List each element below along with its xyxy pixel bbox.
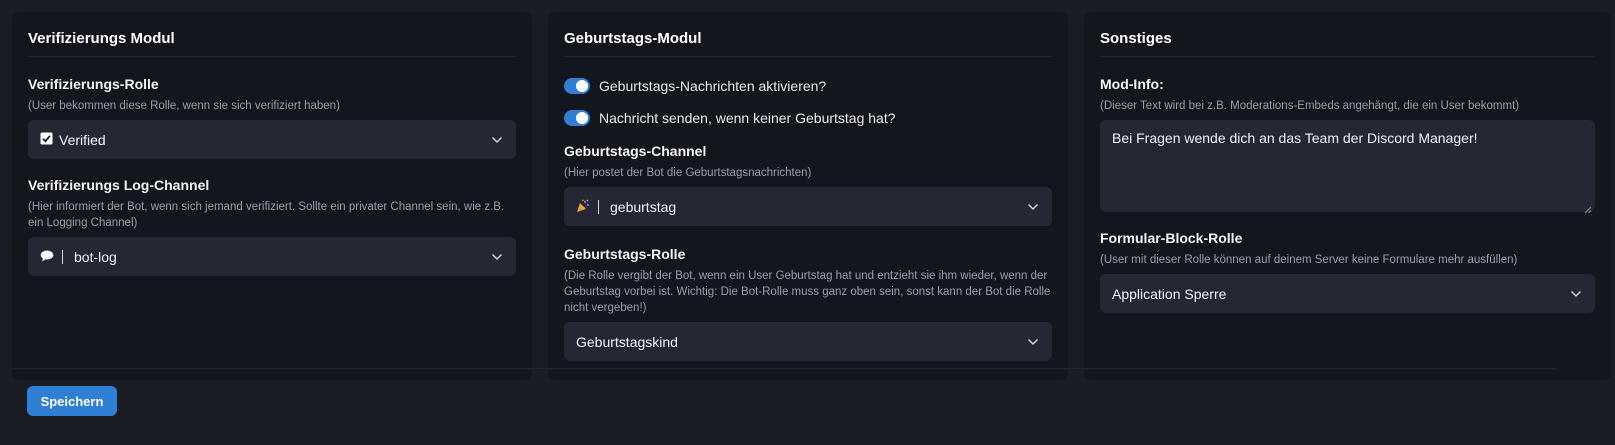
no-birthday-message-toggle-label: Nachricht senden, wenn keiner Geburtstag… xyxy=(599,109,896,126)
no-birthday-message-toggle-row: Nachricht senden, wenn keiner Geburtstag… xyxy=(564,108,1052,127)
birthday-module-card: Geburtstags-Modul Geburtstags-Nachrichte… xyxy=(548,12,1068,380)
settings-cards: Verifizierungs Modul Verifizierungs-Roll… xyxy=(12,12,1611,380)
birthday-role-value: Geburtstagskind xyxy=(576,333,678,350)
mod-info-label: Mod-Info: xyxy=(1100,76,1164,92)
checkbox-icon xyxy=(40,132,53,147)
birthday-role-help: (Die Rolle vergibt der Bot, wenn ein Use… xyxy=(564,270,1051,314)
chevron-down-icon xyxy=(1026,335,1040,349)
chevron-down-icon xyxy=(490,133,504,147)
birthday-role-select[interactable]: Geburtstagskind xyxy=(564,322,1052,361)
party-popper-icon xyxy=(576,199,590,215)
mod-info-textarea[interactable]: Bei Fragen wende dich an das Team der Di… xyxy=(1100,120,1595,214)
mod-info-help: (Dieser Text wird bei z.B. Moderations-E… xyxy=(1100,100,1520,112)
speech-bubble-icon xyxy=(40,250,54,264)
verification-log-channel-help: (Hier informiert der Bot, wenn sich jema… xyxy=(28,201,505,229)
birthday-channel-label: Geburtstags-Channel xyxy=(564,143,707,159)
birthday-channel-select[interactable]: geburtstag xyxy=(564,187,1052,226)
verification-role-help: (User bekommen diese Rolle, wenn sie sic… xyxy=(28,100,340,112)
form-block-role-label: Formular-Block-Rolle xyxy=(1100,230,1243,246)
chevron-down-icon xyxy=(490,250,504,264)
chevron-down-icon xyxy=(1569,287,1583,301)
chevron-down-icon xyxy=(1026,200,1040,214)
birthday-messages-toggle-row: Geburtstags-Nachrichten aktivieren? xyxy=(564,76,1052,95)
verification-log-channel-value: bot-log xyxy=(74,248,117,265)
birthday-channel-help: (Hier postet der Bot die Geburtstagsnach… xyxy=(564,167,812,179)
content-divider xyxy=(12,368,1558,369)
misc-title: Sonstiges xyxy=(1100,30,1595,57)
mod-info-value: Bei Fragen wende dich an das Team der Di… xyxy=(1112,130,1478,146)
birthday-messages-toggle-label: Geburtstags-Nachrichten aktivieren? xyxy=(599,77,827,94)
save-button[interactable]: Speichern xyxy=(27,386,117,416)
birthday-role-label: Geburtstags-Rolle xyxy=(564,246,686,262)
channel-separator xyxy=(62,249,63,264)
verification-module-card: Verifizierungs Modul Verifizierungs-Roll… xyxy=(12,12,532,380)
verification-role-label: Verifizierungs-Rolle xyxy=(28,76,159,92)
channel-separator xyxy=(598,199,599,214)
form-block-role-value: Application Sperre xyxy=(1112,285,1227,302)
misc-card: Sonstiges Mod-Info: (Dieser Text wird be… xyxy=(1084,12,1611,380)
verification-log-channel-label: Verifizierungs Log-Channel xyxy=(28,177,210,193)
verification-module-title: Verifizierungs Modul xyxy=(28,30,516,57)
verification-log-channel-select[interactable]: bot-log xyxy=(28,237,516,276)
no-birthday-message-toggle[interactable] xyxy=(564,109,590,126)
form-block-role-select[interactable]: Application Sperre xyxy=(1100,274,1595,313)
form-block-role-help: (User mit dieser Rolle können auf deinem… xyxy=(1100,254,1518,266)
verification-role-select[interactable]: Verified xyxy=(28,120,516,159)
birthday-channel-value: geburtstag xyxy=(610,198,677,215)
resize-grip-icon[interactable] xyxy=(1584,201,1592,214)
birthday-module-title: Geburtstags-Modul xyxy=(564,30,1052,57)
verification-role-value: Verified xyxy=(59,131,106,148)
birthday-messages-toggle[interactable] xyxy=(564,77,590,94)
